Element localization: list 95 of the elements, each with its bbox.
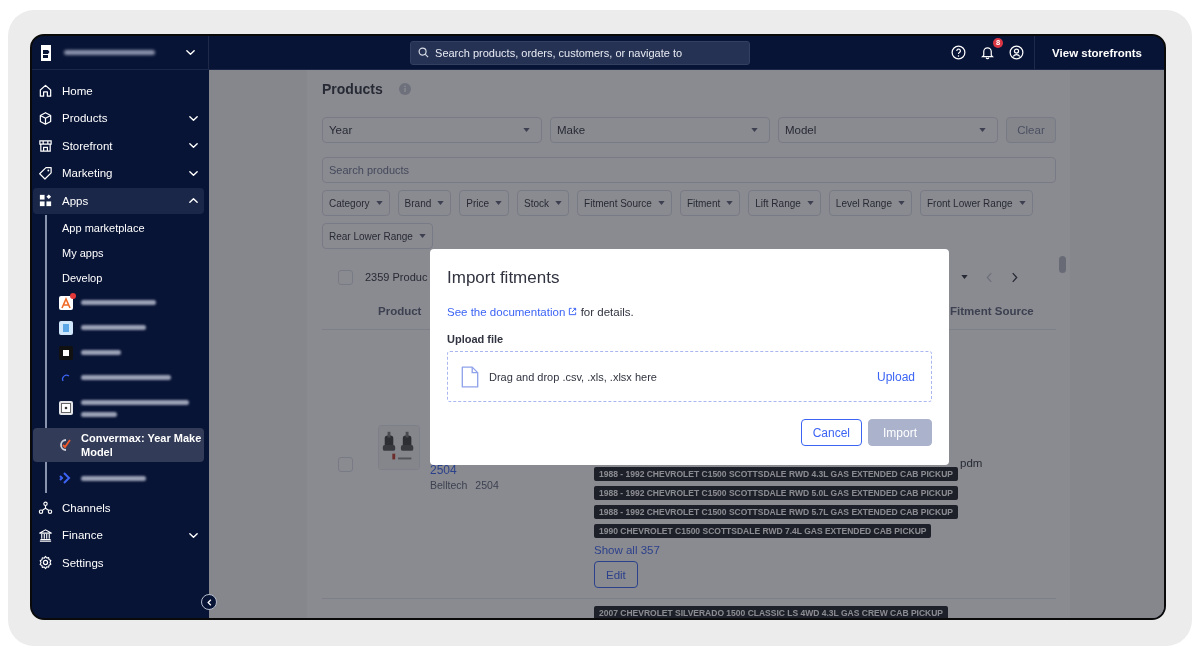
- external-link-icon: [568, 307, 578, 316]
- cancel-button[interactable]: Cancel: [800, 419, 862, 446]
- table-cell: pdm: [960, 457, 983, 469]
- caret-icon: [979, 128, 986, 132]
- product-link[interactable]: 2504: [430, 463, 499, 477]
- nav-app-item[interactable]: Convermax: Year Make Model: [33, 428, 204, 462]
- caret-icon: [806, 201, 814, 205]
- chevron-down-icon: [185, 47, 196, 58]
- nav-item[interactable]: Storefront: [33, 132, 204, 159]
- nav-subitem[interactable]: App marketplace: [47, 215, 209, 240]
- caret-icon: [495, 201, 503, 205]
- product-count: 2359 Produc: [365, 271, 428, 283]
- filter-dropdown[interactable]: Category: [322, 190, 390, 216]
- filter-dropdown[interactable]: Lift Range: [748, 190, 821, 216]
- collapse-button[interactable]: [201, 594, 217, 610]
- caret-icon: [726, 201, 734, 205]
- storefront-icon: [38, 138, 53, 153]
- settings-icon: [38, 555, 53, 570]
- fitment-tag: 1988 - 1992 CHEVROLET C1500 SCOTTSDALE RWD 5.0L GAS EXTENDED CAB PICKUP: [594, 486, 958, 500]
- nav-item[interactable]: Products: [33, 105, 204, 131]
- redacted-text: [81, 411, 117, 417]
- nav-item[interactable]: Apps: [33, 187, 204, 214]
- help-icon[interactable]: [951, 45, 967, 60]
- nav-item[interactable]: Channels: [33, 494, 204, 521]
- fitment-tag: 1988 - 1992 CHEVROLET C1500 SCOTTSDALE RWD 5.7L GAS EXTENDED CAB PICKUP: [594, 505, 958, 519]
- filter-dropdown[interactable]: Rear Lower Range: [322, 223, 433, 249]
- upload-button[interactable]: Upload: [876, 369, 915, 384]
- home-icon: [38, 83, 53, 98]
- filter-dropdown[interactable]: Fitment: [679, 190, 741, 216]
- field-label: Upload file: [447, 333, 505, 345]
- show-all-link[interactable]: Show all 357: [594, 544, 660, 556]
- caret-icon: [657, 201, 665, 205]
- nav-item[interactable]: Marketing: [33, 160, 204, 186]
- filter-dropdown[interactable]: Fitment Source: [577, 190, 672, 216]
- logo-icon: [38, 43, 54, 62]
- caret-icon: [751, 128, 758, 132]
- scrollbar-thumb[interactable]: [1059, 256, 1066, 273]
- caret-icon: [898, 201, 905, 205]
- nav-item[interactable]: Finance: [33, 522, 204, 548]
- filter-dropdown[interactable]: Front Lower Range: [920, 190, 1033, 216]
- user-icon[interactable]: [1009, 45, 1025, 60]
- app-icon: [59, 320, 73, 335]
- view-storefronts-button[interactable]: View storefronts: [1034, 36, 1164, 69]
- page-title: Products: [322, 81, 383, 97]
- fitment-tag: 1990 CHEVROLET C1500 SCOTTSDALE RWD 7.4L GAS EXTENDED CAB PICKUP: [594, 524, 932, 538]
- nav-subitem[interactable]: My apps: [47, 240, 209, 265]
- search-field[interactable]: Search products, orders, customers, or navigate to: [410, 40, 751, 65]
- caret-icon: [1018, 201, 1026, 205]
- select-field[interactable]: Make: [550, 117, 770, 143]
- help-text: See the documentation for details.: [447, 305, 635, 319]
- redacted-text: [81, 475, 146, 481]
- documentation-link[interactable]: See the documentation: [447, 306, 578, 318]
- drop-zone[interactable]: Drag and drop .csv, .xls, .xlsx here Upload: [447, 351, 932, 402]
- caret-icon: [437, 201, 445, 205]
- bell-icon[interactable]: [980, 45, 996, 60]
- sku-text: 2504: [475, 479, 499, 491]
- apps-icon: [38, 193, 53, 208]
- app-icon: [59, 345, 73, 360]
- filter-dropdown[interactable]: Stock: [517, 190, 570, 216]
- caret-icon: [375, 201, 383, 205]
- nav-item[interactable]: Settings: [33, 549, 204, 576]
- column-header: Product: [378, 304, 422, 317]
- edit-button[interactable]: Edit: [594, 561, 638, 588]
- checkmark-logo-icon: [59, 438, 73, 452]
- nav-item[interactable]: Home: [33, 77, 204, 104]
- caret-icon: [523, 128, 530, 132]
- nodes-icon: [38, 500, 53, 515]
- drop-hint: Drag and drop .csv, .xls, .xlsx here: [489, 370, 658, 383]
- arrows-icon: [59, 471, 73, 485]
- filter-dropdown[interactable]: Brand: [397, 190, 452, 216]
- search-icon: [418, 46, 430, 58]
- app-icon: [59, 401, 73, 415]
- redacted-text: [81, 350, 121, 355]
- cube-icon: [38, 110, 53, 126]
- chevron-right-icon[interactable]: [1011, 271, 1018, 283]
- brand-text: Belltech: [430, 479, 468, 491]
- select-field[interactable]: Year: [322, 117, 542, 143]
- caret-icon: [418, 234, 426, 238]
- filter-dropdown[interactable]: Level Range: [828, 190, 912, 216]
- caret-icon: [961, 275, 968, 279]
- bank-icon: [38, 527, 53, 543]
- dialog-title: Import fitments: [447, 267, 561, 289]
- tag-icon: [38, 165, 53, 181]
- fitment-tag: 2007 CHEVROLET SILVERADO 1500 CLASSIC LS 4WD 4.3L GAS CREW CAB PICKUP: [594, 606, 948, 618]
- file-icon: [461, 365, 479, 388]
- logo-icon: [59, 295, 73, 310]
- nav-subitem[interactable]: Develop: [47, 265, 209, 290]
- chevron-left-icon: [204, 597, 214, 607]
- caret-icon: [555, 201, 563, 205]
- fitment-tag: 1988 - 1992 CHEVROLET C1500 SCOTTSDALE RWD 4.3L GAS EXTENDED CAB PICKUP: [594, 467, 958, 481]
- filter-dropdown[interactable]: Price: [459, 190, 510, 216]
- column-header: Fitment Source: [950, 304, 1034, 317]
- redacted-text: [81, 325, 146, 330]
- info-icon: [398, 83, 411, 95]
- select-field[interactable]: Model: [778, 117, 998, 143]
